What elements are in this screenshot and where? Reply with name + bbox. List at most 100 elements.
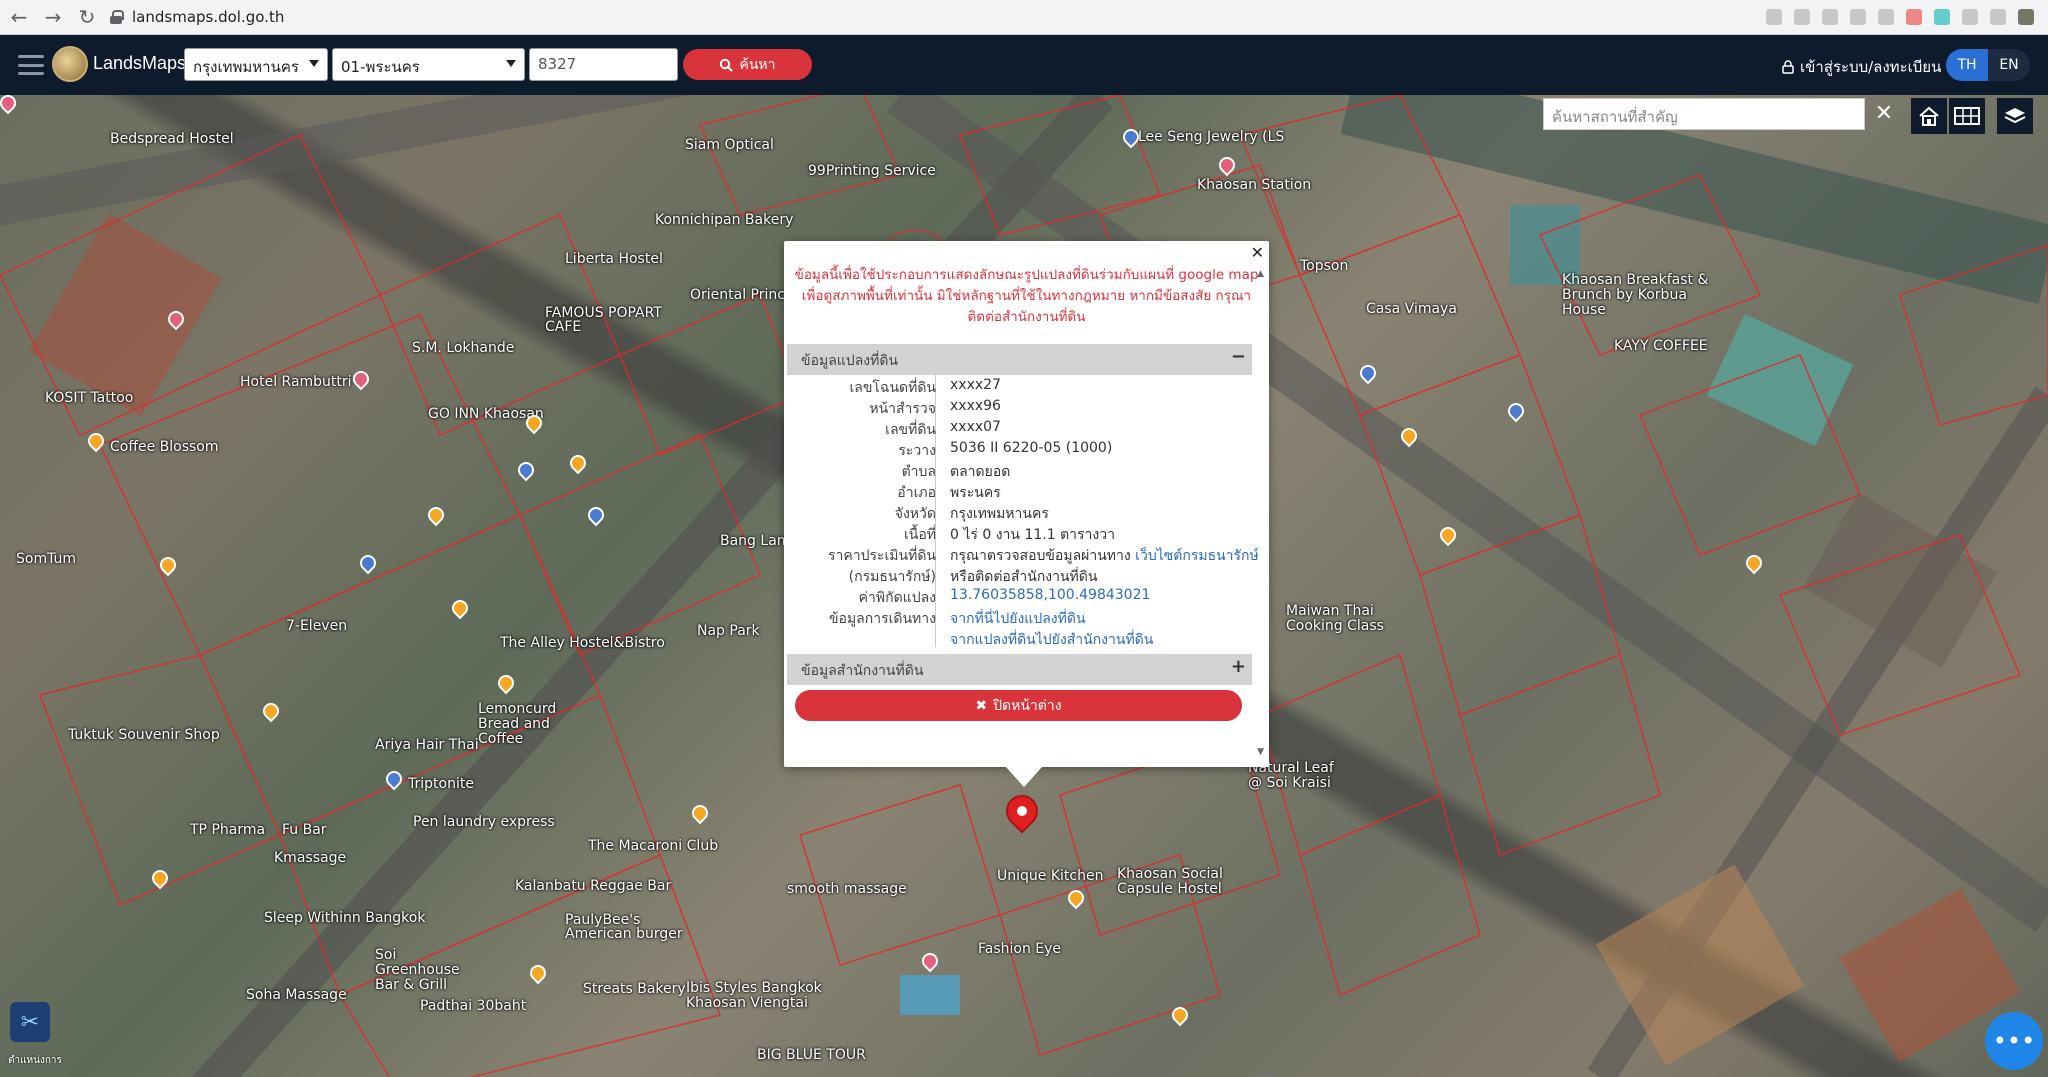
map-place-label[interactable]: Soha Massage: [246, 987, 347, 1003]
map-place-label[interactable]: Kmassage: [274, 850, 346, 866]
map-place-label[interactable]: Sleep Withinn Bangkok: [264, 910, 425, 926]
map-place-label[interactable]: smooth massage: [787, 881, 907, 897]
close-icon[interactable]: ✕: [1251, 243, 1264, 262]
extension-icon[interactable]: [1850, 9, 1866, 25]
map-place-label[interactable]: Khaosan Social Capsule Hostel: [1117, 867, 1237, 897]
map-place-label[interactable]: Lemoncurd Bread and Coffee: [478, 702, 598, 747]
map-place-label[interactable]: KAYY COFFEE: [1614, 338, 1708, 354]
info-row: จังหวัดกรุงเทพมหานคร: [787, 501, 1252, 522]
info-row: เลขที่ดินxxxx07: [787, 417, 1252, 438]
map-place-label[interactable]: TP Pharma: [190, 822, 265, 838]
map-place-label[interactable]: Soi Greenhouse Bar & Grill: [375, 948, 485, 993]
map-place-label[interactable]: Tuktuk Souvenir Shop: [68, 727, 220, 743]
clear-search-icon[interactable]: ✕: [1872, 100, 1896, 126]
map-place-label[interactable]: Fashion Eye: [978, 941, 1061, 957]
map-place-label[interactable]: Khaosan Breakfast & Brunch by Korbua Hou…: [1562, 273, 1732, 318]
map-place-label[interactable]: FAMOUS POPART CAFE: [545, 306, 665, 334]
address-bar[interactable]: landsmaps.dol.go.th: [110, 5, 284, 29]
grid-icon[interactable]: [1949, 98, 1985, 134]
map-place-label[interactable]: The Macaroni Club: [588, 838, 718, 854]
map-place-label[interactable]: Topson: [1300, 258, 1348, 274]
place-search-input[interactable]: ค้นหาสถานที่สำคัญ: [1543, 98, 1865, 130]
extension-icon[interactable]: [1934, 9, 1950, 25]
map-place-label[interactable]: Konnichipan Bakery: [655, 212, 793, 228]
extension-icon[interactable]: [1906, 9, 1922, 25]
reload-icon[interactable]: ↻: [72, 2, 102, 32]
lang-en-button[interactable]: EN: [1988, 49, 2030, 81]
layers-icon[interactable]: [1997, 98, 2033, 134]
map-place-label[interactable]: Bang Lam: [720, 533, 790, 549]
district-select[interactable]: 01-พระนคร: [332, 48, 525, 81]
lang-th-button[interactable]: TH: [1946, 49, 1988, 81]
map-place-label[interactable]: SomTum: [16, 551, 76, 567]
profile-avatar[interactable]: [2018, 9, 2034, 25]
map-place-label[interactable]: S.M. Lokhande: [412, 340, 514, 356]
login-link[interactable]: เข้าสู่ระบบ/ลงทะเบียน: [1782, 55, 1941, 79]
map-place-label[interactable]: Fu Bar: [282, 822, 327, 838]
disclaimer-line: เพื่อดูสภาพพื้นที่เท่านั้น มิใช่หลักฐานท…: [792, 286, 1261, 307]
map-place-label[interactable]: Maiwan Thai Cooking Class: [1286, 604, 1396, 634]
map-place-label[interactable]: Casa Vimaya: [1366, 301, 1457, 317]
parcel-number-input[interactable]: 8327: [529, 48, 678, 81]
measure-tool-icon[interactable]: ✂: [10, 1002, 50, 1042]
scroll-down-icon[interactable]: ▼: [1257, 747, 1264, 757]
map-place-label[interactable]: Khaosan Station: [1197, 177, 1311, 193]
forward-icon[interactable]: →: [38, 2, 68, 32]
info-value: xxxx07: [950, 419, 1001, 435]
map-place-label[interactable]: The Alley Hostel&Bistro: [500, 635, 665, 651]
map-place-label[interactable]: Pen laundry express: [413, 814, 555, 830]
extension-icon[interactable]: [1766, 9, 1782, 25]
map-place-label[interactable]: Bedspread Hostel: [110, 131, 234, 147]
map-place-label[interactable]: Nap Park: [697, 623, 760, 639]
coordinate-link[interactable]: 13.76035858,100.49843021: [950, 587, 1150, 603]
info-row: เนื้อที่0 ไร่ 0 งาน 11.1 ตารางวา: [787, 522, 1252, 543]
info-row: ราคาประเมินที่ดิน กรุณาตรวจสอบข้อมูลผ่าน…: [787, 543, 1252, 564]
map-place-label[interactable]: Ariya Hair Thai: [375, 737, 479, 753]
map-place-label[interactable]: BIG BLUE TOUR: [757, 1047, 866, 1063]
search-button-label: ค้นหา: [739, 54, 775, 76]
province-select[interactable]: กรุงเทพมหานคร: [184, 48, 328, 81]
map-place-label[interactable]: Liberta Hostel: [565, 251, 663, 267]
back-icon[interactable]: ←: [4, 2, 34, 32]
url-text: landsmaps.dol.go.th: [132, 8, 284, 26]
close-window-button[interactable]: ✖ ปิดหน้าต่าง: [795, 690, 1242, 721]
expand-icon[interactable]: +: [1231, 656, 1246, 677]
map-place-label[interactable]: Unique Kitchen: [997, 868, 1103, 884]
extension-icon[interactable]: [1878, 9, 1894, 25]
login-label: เข้าสู่ระบบ/ลงทะเบียน: [1800, 55, 1941, 79]
directions-to-office-link[interactable]: จากแปลงที่ดินไปยังสำนักงานที่ดิน: [950, 629, 1153, 651]
map-place-label[interactable]: Streats Bakery: [583, 981, 686, 997]
info-row: จากแปลงที่ดินไปยังสำนักงานที่ดิน: [787, 627, 1252, 648]
map-place-label[interactable]: Coffee Blossom: [110, 439, 219, 455]
map-place-label[interactable]: 99Printing Service: [808, 163, 936, 179]
province-select-value: กรุงเทพมหานคร: [193, 58, 299, 76]
map-place-label[interactable]: Ibis Styles Bangkok Khaosan Viengtai: [686, 981, 846, 1011]
extension-icon[interactable]: [1794, 9, 1810, 25]
extension-icon[interactable]: [1962, 9, 1978, 25]
land-office-section-header[interactable]: ข้อมูลสำนักงานที่ดิน +: [787, 654, 1252, 685]
map-place-label[interactable]: Lee Seng Jewelry (LS: [1138, 129, 1284, 145]
more-options-icon[interactable]: •••: [1985, 1012, 2043, 1070]
map-place-label[interactable]: 7-Eleven: [286, 618, 347, 634]
collapse-icon[interactable]: −: [1231, 346, 1246, 367]
map-place-label[interactable]: Oriental Prince: [690, 287, 794, 303]
disclaimer-text: ข้อมูลนี้เพื่อใช้ประกอบการแสดงลักษณะรูปแ…: [784, 265, 1269, 328]
home-icon[interactable]: [1911, 98, 1947, 134]
map-place-label[interactable]: Hotel Rambuttri: [240, 374, 352, 390]
menu-icon[interactable]: [18, 55, 44, 75]
search-button[interactable]: ค้นหา: [683, 49, 812, 80]
disclaimer-line: ข้อมูลนี้เพื่อใช้ประกอบการแสดงลักษณะรูปแ…: [792, 265, 1261, 286]
extension-icon[interactable]: [1990, 9, 2006, 25]
map-place-label[interactable]: Triptonite: [408, 776, 474, 792]
map-place-label[interactable]: Siam Optical: [685, 137, 774, 153]
parcel-info-popup: ✕ ▲ ข้อมูลนี้เพื่อใช้ประกอบการแสดงลักษณะ…: [784, 241, 1269, 767]
extension-icon[interactable]: [1822, 9, 1838, 25]
treasury-website-link[interactable]: เว็บไซต์กรมธนารักษ์: [1135, 548, 1259, 564]
map-place-label[interactable]: Kalanbatu Reggae Bar: [515, 878, 671, 894]
info-row: ระวาง5036 II 6220-05 (1000): [787, 438, 1252, 459]
map-place-label[interactable]: Padthai 30baht: [420, 998, 526, 1014]
lock-icon: [1782, 60, 1794, 74]
map-place-label[interactable]: PaulyBee's American burger: [565, 913, 685, 941]
parcel-info-section-header[interactable]: ข้อมูลแปลงที่ดิน −: [787, 344, 1252, 375]
map-place-label[interactable]: KOSIT Tattoo: [45, 390, 133, 406]
